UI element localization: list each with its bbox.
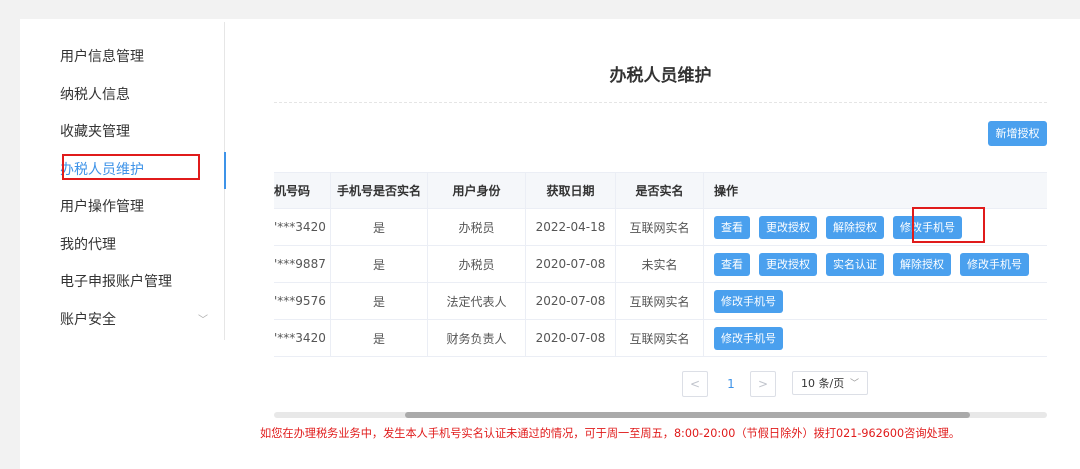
cell-date: 2020-07-08: [526, 320, 616, 356]
sidebar-item-taxpayer-info[interactable]: 纳税人信息: [40, 77, 224, 114]
cell-actions: 修改手机号: [704, 320, 1047, 356]
sidebar-item-label: 收藏夹管理: [60, 124, 130, 140]
sidebar-item-label: 纳税人信息: [60, 87, 130, 103]
sidebar-item-label: 用户信息管理: [60, 49, 144, 65]
cell-phone-verified: 是: [331, 283, 428, 319]
notice-text: 如您在办理税务业务中，发生本人手机号实名认证未通过的情况，可于周一至周五，8:0…: [260, 427, 961, 440]
table-row: '***3420 是 财务负责人 2020-07-08 互联网实名 修改手机号: [274, 320, 1047, 357]
chevron-left-icon[interactable]: <: [682, 371, 708, 397]
view-button[interactable]: 查看: [714, 252, 750, 276]
cell-phone-verified: 是: [331, 246, 428, 282]
sidebar-item-my-agency[interactable]: 我的代理: [40, 227, 224, 264]
divider: [274, 102, 1047, 103]
header-phone: 机号码: [274, 173, 331, 208]
cell-actions: 查看 更改授权 实名认证 解除授权 修改手机号: [704, 246, 1047, 282]
modify-phone-button[interactable]: 修改手机号: [714, 289, 783, 313]
cell-phone: '***3420: [274, 320, 331, 356]
horizontal-scrollbar[interactable]: [274, 412, 1047, 418]
cell-role: 法定代表人: [428, 283, 526, 319]
highlight-box-sidebar: [62, 154, 200, 180]
page-size-label: 10 条/页: [801, 377, 845, 390]
cell-date: 2020-07-08: [526, 246, 616, 282]
cell-phone: '***9576: [274, 283, 331, 319]
chevron-down-icon: ﹀: [849, 379, 859, 389]
chevron-down-icon: ﹀: [198, 315, 208, 326]
revoke-authorization-button[interactable]: 解除授权: [893, 252, 951, 276]
cell-role: 办税员: [428, 246, 526, 282]
header-role: 用户身份: [428, 173, 526, 208]
scrollbar-thumb[interactable]: [405, 412, 970, 418]
cell-phone: '***3420: [274, 209, 331, 245]
cell-realname: 互联网实名: [616, 283, 704, 319]
highlight-box-modify-phone: [912, 207, 985, 243]
sidebar-item-label: 我的代理: [60, 237, 116, 253]
sidebar-item-label: 账户安全: [60, 312, 116, 328]
header-realname: 是否实名: [616, 173, 704, 208]
sidebar-item-label: 用户操作管理: [60, 199, 144, 215]
chevron-right-icon[interactable]: >: [750, 371, 776, 397]
cell-phone: '***9887: [274, 246, 331, 282]
sidebar-item-user-info[interactable]: 用户信息管理: [40, 39, 224, 76]
cell-realname: 互联网实名: [616, 320, 704, 356]
view-button[interactable]: 查看: [714, 215, 750, 239]
table-header: 机号码 手机号是否实名 用户身份 获取日期 是否实名 操作: [274, 172, 1047, 209]
modify-phone-button[interactable]: 修改手机号: [960, 252, 1029, 276]
table-row: '***9576 是 法定代表人 2020-07-08 互联网实名 修改手机号: [274, 283, 1047, 320]
change-authorization-button[interactable]: 更改授权: [759, 252, 817, 276]
header-actions: 操作: [714, 184, 739, 198]
cell-actions: 修改手机号: [704, 283, 1047, 319]
modify-phone-button[interactable]: 修改手机号: [714, 326, 783, 350]
sidebar-item-favorites[interactable]: 收藏夹管理: [40, 114, 224, 151]
realname-verify-button[interactable]: 实名认证: [826, 252, 884, 276]
cell-phone-verified: 是: [331, 209, 428, 245]
sidebar-item-account-security[interactable]: 账户安全 ﹀: [40, 302, 224, 339]
change-authorization-button[interactable]: 更改授权: [759, 215, 817, 239]
page-size-select[interactable]: 10 条/页 ﹀: [792, 371, 868, 395]
page-number-current[interactable]: 1: [724, 371, 738, 397]
page-title: 办税人员维护: [609, 66, 712, 86]
header-phone-verified: 手机号是否实名: [331, 173, 428, 208]
sidebar-item-user-operations[interactable]: 用户操作管理: [40, 189, 224, 226]
cell-realname: 未实名: [616, 246, 704, 282]
cell-realname: 互联网实名: [616, 209, 704, 245]
cell-phone-verified: 是: [331, 320, 428, 356]
sidebar-item-label: 电子申报账户管理: [60, 274, 172, 290]
sidebar-nav: 用户信息管理 纳税人信息 收藏夹管理 办税人员维护 用户操作管理 我的代理 电子…: [40, 22, 226, 340]
cell-date: 2022-04-18: [526, 209, 616, 245]
add-authorization-button[interactable]: 新增授权: [988, 121, 1047, 146]
cell-role: 办税员: [428, 209, 526, 245]
sidebar-item-e-filing-account[interactable]: 电子申报账户管理: [40, 264, 224, 301]
cell-actions: 查看 更改授权 解除授权 修改手机号: [704, 209, 1047, 245]
cell-role: 财务负责人: [428, 320, 526, 356]
revoke-authorization-button[interactable]: 解除授权: [826, 215, 884, 239]
cell-date: 2020-07-08: [526, 283, 616, 319]
header-date: 获取日期: [526, 173, 616, 208]
table-row: '***9887 是 办税员 2020-07-08 未实名 查看 更改授权 实名…: [274, 246, 1047, 283]
